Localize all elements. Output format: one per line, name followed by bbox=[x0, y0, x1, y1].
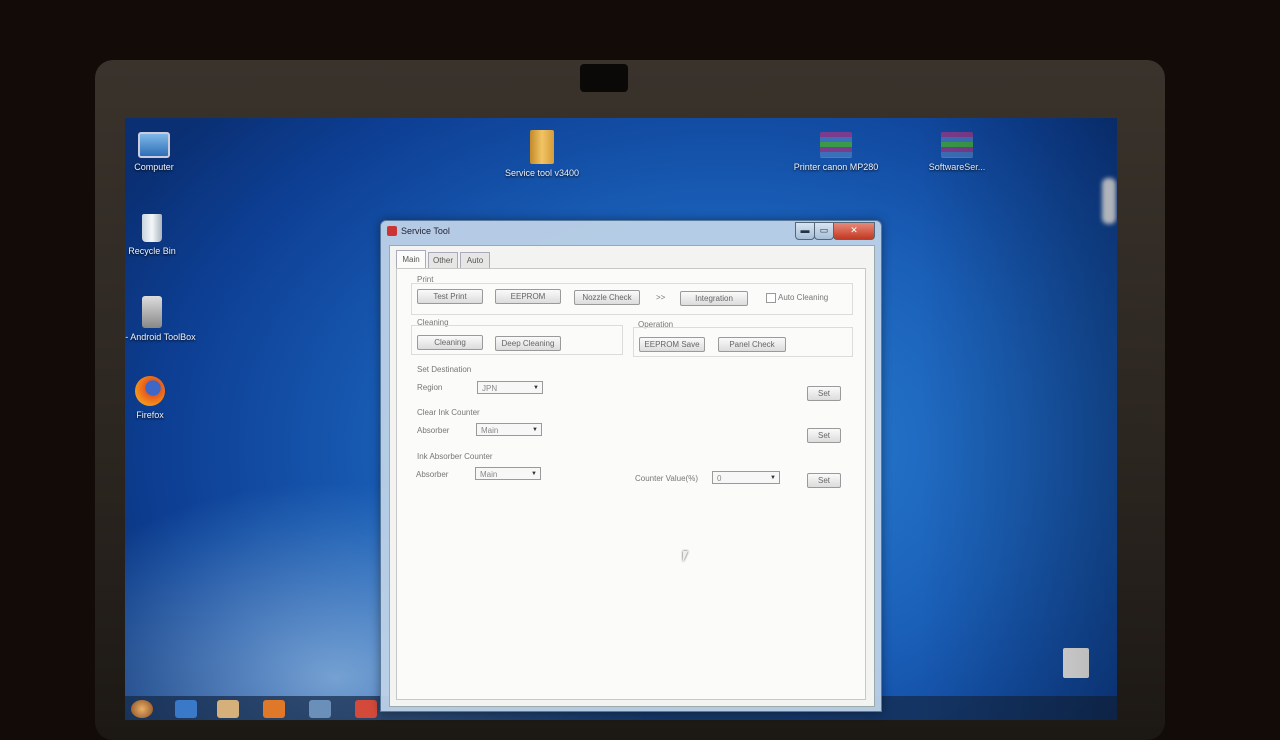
eeprom-save-button[interactable]: EEPROM Save bbox=[639, 337, 705, 352]
counter-value-label: Counter Value(%) bbox=[635, 474, 698, 483]
counter-value-text: 0 bbox=[717, 474, 722, 483]
separator-arrows: >> bbox=[656, 293, 666, 302]
clear-ink-counter-group-label: Clear Ink Counter bbox=[417, 408, 480, 417]
counter-value-select[interactable]: 0 ▼ bbox=[712, 471, 780, 484]
mouse-cursor-icon bbox=[683, 551, 688, 562]
set-destination-group-label: Set Destination bbox=[417, 365, 472, 374]
desktop-icon-service-tool[interactable]: Service tool v3400 bbox=[497, 130, 587, 179]
desktop-icon-printer-canon[interactable]: Printer canon MP280 bbox=[791, 132, 881, 173]
clear-ink-absorber-label: Absorber bbox=[417, 426, 450, 435]
panel-check-button[interactable]: Panel Check bbox=[718, 337, 786, 352]
window-client: Main Other Auto Print Test Print EEPROM … bbox=[389, 245, 875, 707]
desktop-icon-computer[interactable]: Computer bbox=[125, 132, 199, 173]
desktop-icon-label: UFI - Android ToolBox bbox=[125, 332, 196, 342]
clear-ink-absorber-select[interactable]: Main ▼ bbox=[476, 423, 542, 436]
desktop-icon-software[interactable]: SoftwareSer... bbox=[912, 132, 1002, 173]
file-icon bbox=[1063, 648, 1089, 678]
clear-ink-counter-set-button[interactable]: Set bbox=[807, 428, 841, 443]
software-icon bbox=[941, 132, 973, 158]
ink-absorber-counter-group-label: Ink Absorber Counter bbox=[417, 452, 493, 461]
printer-canon-icon bbox=[820, 132, 852, 158]
integration-button[interactable]: Integration bbox=[680, 291, 748, 306]
tab-main[interactable]: Main bbox=[396, 250, 426, 269]
recycle-bin-icon bbox=[142, 214, 162, 242]
desktop-icon-recycle-bin[interactable]: Recycle Bin bbox=[125, 214, 197, 257]
start-button-icon[interactable] bbox=[131, 700, 153, 718]
title-bar[interactable]: Service Tool ▬ ▭ ✕ bbox=[381, 221, 881, 243]
desktop-icon-label: Firefox bbox=[136, 410, 164, 420]
ink-absorber-value: Main bbox=[480, 470, 498, 479]
region-select[interactable]: JPN ▼ bbox=[477, 381, 543, 394]
desktop-icon-ufi-toolbox[interactable]: UFI - Android ToolBox bbox=[125, 296, 197, 343]
region-select-value: JPN bbox=[482, 384, 498, 393]
clear-ink-absorber-value: Main bbox=[481, 426, 499, 435]
ink-absorber-counter-set-button[interactable]: Set bbox=[807, 473, 841, 488]
tab-other[interactable]: Other bbox=[428, 252, 458, 268]
window-title: Service Tool bbox=[401, 226, 450, 236]
chevron-down-icon: ▼ bbox=[532, 427, 538, 433]
auto-cleaning-label: Auto Cleaning bbox=[778, 293, 829, 302]
taskbar-folder-icon[interactable] bbox=[217, 700, 239, 718]
desktop-icon-label: Printer canon MP280 bbox=[793, 162, 879, 172]
ufi-android-toolbox-icon bbox=[142, 296, 162, 328]
close-button[interactable]: ✕ bbox=[833, 222, 875, 240]
desktop-icon-firefox[interactable]: Firefox bbox=[125, 376, 195, 421]
minimize-button[interactable]: ▬ bbox=[795, 222, 815, 240]
desktop-icon-label: Recycle Bin bbox=[128, 246, 176, 256]
ink-absorber-select[interactable]: Main ▼ bbox=[475, 467, 541, 480]
desktop-icon-label: Computer bbox=[134, 162, 174, 172]
maximize-button[interactable]: ▭ bbox=[814, 222, 834, 240]
test-print-button[interactable]: Test Print bbox=[417, 289, 483, 304]
set-destination-set-button[interactable]: Set bbox=[807, 386, 841, 401]
taskbar-media-icon[interactable] bbox=[263, 700, 285, 718]
firefox-icon bbox=[135, 376, 165, 406]
service-tool-window: Service Tool ▬ ▭ ✕ Main Other Auto Print… bbox=[380, 220, 882, 712]
main-tab-panel: Print Test Print EEPROM Nozzle Check >> … bbox=[396, 268, 866, 700]
nozzle-check-button[interactable]: Nozzle Check bbox=[574, 290, 640, 305]
deep-cleaning-button[interactable]: Deep Cleaning bbox=[495, 336, 561, 351]
cleaning-button[interactable]: Cleaning bbox=[417, 335, 483, 350]
auto-cleaning-checkbox[interactable] bbox=[766, 293, 776, 303]
desktop-icon-label: Service tool v3400 bbox=[504, 168, 580, 178]
service-tool-icon bbox=[530, 130, 554, 164]
chevron-down-icon: ▼ bbox=[531, 471, 537, 477]
eeprom-button[interactable]: EEPROM bbox=[495, 289, 561, 304]
taskbar-service-tool-icon[interactable] bbox=[355, 700, 377, 718]
app-icon bbox=[387, 226, 397, 236]
chevron-down-icon: ▼ bbox=[770, 475, 776, 481]
taskbar-ie-icon[interactable] bbox=[175, 700, 197, 718]
screen-glare bbox=[1102, 178, 1116, 224]
desktop-icon-file[interactable] bbox=[1031, 648, 1117, 682]
computer-icon bbox=[138, 132, 170, 158]
chevron-down-icon: ▼ bbox=[533, 385, 539, 391]
tab-auto[interactable]: Auto bbox=[460, 252, 490, 268]
taskbar-app-icon[interactable] bbox=[309, 700, 331, 718]
desktop-icon-label: SoftwareSer... bbox=[928, 162, 986, 172]
ink-absorber-label: Absorber bbox=[416, 470, 449, 479]
webcam bbox=[580, 64, 628, 92]
region-label: Region bbox=[417, 383, 443, 392]
